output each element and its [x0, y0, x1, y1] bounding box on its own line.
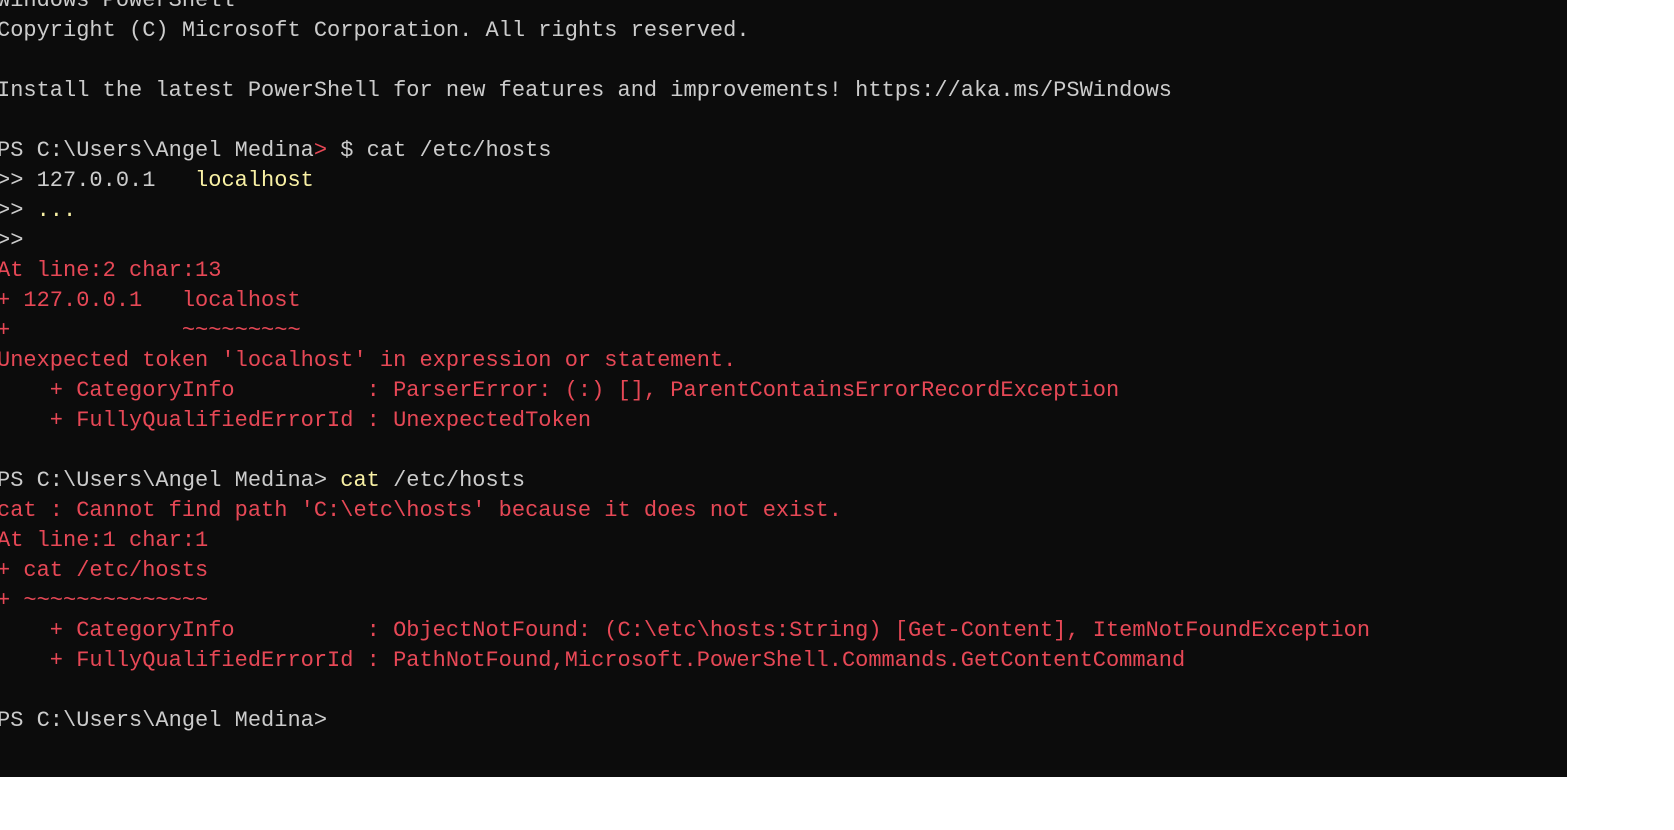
terminal-line: + 127.0.0.1 localhost	[0, 286, 1370, 316]
terminal-line: + ~~~~~~~~~~~~~~	[0, 586, 1370, 616]
terminal-line: PS C:\Users\Angel Medina> $ cat /etc/hos…	[0, 136, 1370, 166]
terminal-line: + CategoryInfo : ParserError: (:) [], Pa…	[0, 376, 1370, 406]
terminal-text-segment: localhost	[155, 168, 314, 193]
terminal-text-segment: cat	[340, 468, 380, 493]
terminal-text-segment: >>	[0, 228, 24, 253]
terminal-line: >> ...	[0, 196, 1370, 226]
terminal-line: cat : Cannot find path 'C:\etc\hosts' be…	[0, 496, 1370, 526]
terminal-line: >> 127.0.0.1 localhost	[0, 166, 1370, 196]
terminal-line: PS C:\Users\Angel Medina> cat /etc/hosts	[0, 466, 1370, 496]
terminal-text-segment: >>	[0, 168, 37, 193]
terminal-text-segment: PS C:\Users\Angel Medina	[0, 138, 314, 163]
terminal-text-segment: + ~~~~~~~~~	[0, 318, 301, 343]
terminal-line: + FullyQualifiedErrorId : PathNotFound,M…	[0, 646, 1370, 676]
terminal-text-segment: + CategoryInfo : ObjectNotFound: (C:\etc…	[0, 618, 1371, 643]
terminal-text-segment: + ~~~~~~~~~~~~~~	[0, 588, 209, 613]
powershell-terminal[interactable]: Windows PowerShell Copyright (C) Microsof…	[0, 0, 1567, 777]
terminal-text-segment: + FullyQualifiedErrorId : PathNotFound,M…	[0, 648, 1186, 673]
terminal-text-segment: >	[313, 138, 328, 163]
terminal-text-segment: + 127.0.0.1 localhost	[0, 288, 301, 313]
terminal-text-segment: $ cat /etc/hosts	[327, 138, 552, 163]
terminal-line: Unexpected token 'localhost' in expressi…	[0, 346, 1370, 376]
terminal-line: + CategoryInfo : ObjectNotFound: (C:\etc…	[0, 616, 1370, 646]
terminal-line: + ~~~~~~~~~	[0, 316, 1370, 346]
terminal-text-segment: cat : Cannot find path 'C:\etc\hosts' be…	[0, 498, 842, 523]
terminal-text-segment: Copyright (C) Microsoft Corporation. All…	[0, 18, 750, 43]
terminal-line: Windows PowerShell	[0, 0, 1370, 16]
terminal-line: PS C:\Users\Angel Medina>	[0, 706, 1370, 736]
terminal-text-segment: + CategoryInfo : ParserError: (:) [], Pa…	[0, 378, 1120, 403]
terminal-text-segment: 127.0.0.1	[36, 168, 156, 193]
terminal-line: >>	[0, 226, 1370, 256]
terminal-text-segment: >>	[0, 198, 37, 223]
terminal-text-segment: + cat /etc/hosts	[0, 558, 209, 583]
terminal-text-segment: Install the latest PowerShell for new fe…	[0, 78, 1172, 103]
terminal-line: At line:1 char:1	[0, 526, 1370, 556]
terminal-text-segment: ...	[36, 198, 77, 223]
terminal-line: Install the latest PowerShell for new fe…	[0, 76, 1370, 106]
terminal-line: At line:2 char:13	[0, 256, 1370, 286]
terminal-line: + cat /etc/hosts	[0, 556, 1370, 586]
terminal-text-segment: At line:2 char:13	[0, 258, 222, 283]
terminal-text-segment: PS C:\Users\Angel Medina>	[0, 708, 328, 733]
terminal-text-segment: /etc/hosts	[379, 468, 526, 493]
terminal-text-segment: Unexpected token 'localhost' in expressi…	[0, 348, 737, 373]
terminal-line: Copyright (C) Microsoft Corporation. All…	[0, 16, 1370, 46]
terminal-text-segment: PS C:\Users\Angel Medina>	[0, 468, 341, 493]
terminal-text-segment: + FullyQualifiedErrorId : UnexpectedToke…	[0, 408, 592, 433]
terminal-text-segment: At line:1 char:1	[0, 528, 209, 553]
terminal-text-segment: Windows PowerShell	[0, 0, 235, 13]
terminal-output: Windows PowerShell Copyright (C) Microsof…	[0, 0, 1370, 736]
terminal-line: + FullyQualifiedErrorId : UnexpectedToke…	[0, 406, 1370, 436]
